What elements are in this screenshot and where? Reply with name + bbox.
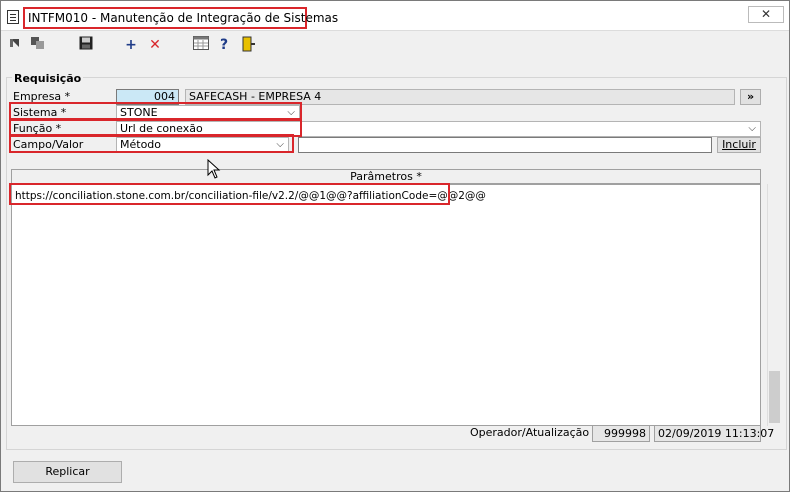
calendar-icon[interactable] <box>192 36 210 54</box>
main-window: INTFM010 - Manutenção de Integração de S… <box>0 0 790 492</box>
document-icon <box>7 10 19 24</box>
empresa-lookup-button[interactable]: » <box>740 89 761 105</box>
window-title: INTFM010 - Manutenção de Integração de S… <box>23 7 338 29</box>
save-icon[interactable] <box>77 36 95 54</box>
first-record-icon[interactable] <box>7 36 25 54</box>
chevron-down-icon[interactable]: ⌵ <box>287 106 295 120</box>
copy-icon[interactable] <box>29 36 47 54</box>
empresa-label: Empresa * <box>13 90 71 103</box>
replicar-button[interactable]: Replicar <box>13 461 122 483</box>
sistema-value: STONE <box>120 106 158 119</box>
empresa-name-field: SAFECASH - EMPRESA 4 <box>185 89 735 105</box>
params-header: Parâmetros * <box>11 169 761 184</box>
funcao-label: Função * <box>13 122 62 135</box>
incluir-button[interactable]: Incluir <box>717 137 761 153</box>
chevron-down-icon[interactable]: ⌵ <box>276 138 284 152</box>
replicar-button-label: Replicar <box>45 465 90 478</box>
incluir-button-label: Incluir <box>722 138 756 151</box>
add-icon[interactable]: + <box>122 36 140 54</box>
funcao-select[interactable]: Url de conexão ⌵ <box>116 121 761 137</box>
delete-icon[interactable]: ✕ <box>146 36 164 54</box>
title-bar: INTFM010 - Manutenção de Integração de S… <box>1 1 789 31</box>
exit-icon[interactable] <box>239 36 257 54</box>
toolbar: + ✕ ? <box>1 32 789 58</box>
close-button[interactable]: ✕ <box>748 6 784 23</box>
empresa-code-input[interactable]: 004 <box>116 89 179 105</box>
params-scrollbar-thumb[interactable] <box>769 371 780 423</box>
sistema-select[interactable]: STONE ⌵ <box>116 105 300 121</box>
params-textarea[interactable]: https://conciliation.stone.com.br/concil… <box>11 184 761 426</box>
campo-valor-label: Campo/Valor <box>13 138 84 151</box>
close-icon: ✕ <box>760 7 772 21</box>
sistema-label: Sistema * <box>13 106 67 119</box>
params-text: https://conciliation.stone.com.br/concil… <box>15 190 486 202</box>
funcao-value: Url de conexão <box>120 122 203 135</box>
valor-input[interactable] <box>298 137 712 153</box>
operador-label: Operador/Atualização <box>470 426 590 439</box>
requisicao-group-label: Requisição <box>12 72 84 85</box>
atualizacao-field: 02/09/2019 11:13:07 <box>654 425 774 442</box>
chevron-down-icon[interactable]: ⌵ <box>748 122 756 136</box>
operador-field: 999998 <box>592 425 650 442</box>
help-icon[interactable]: ? <box>215 36 233 54</box>
mouse-cursor-icon <box>207 158 221 182</box>
campo-value: Método <box>120 138 162 151</box>
campo-select[interactable]: Método ⌵ <box>116 137 289 153</box>
